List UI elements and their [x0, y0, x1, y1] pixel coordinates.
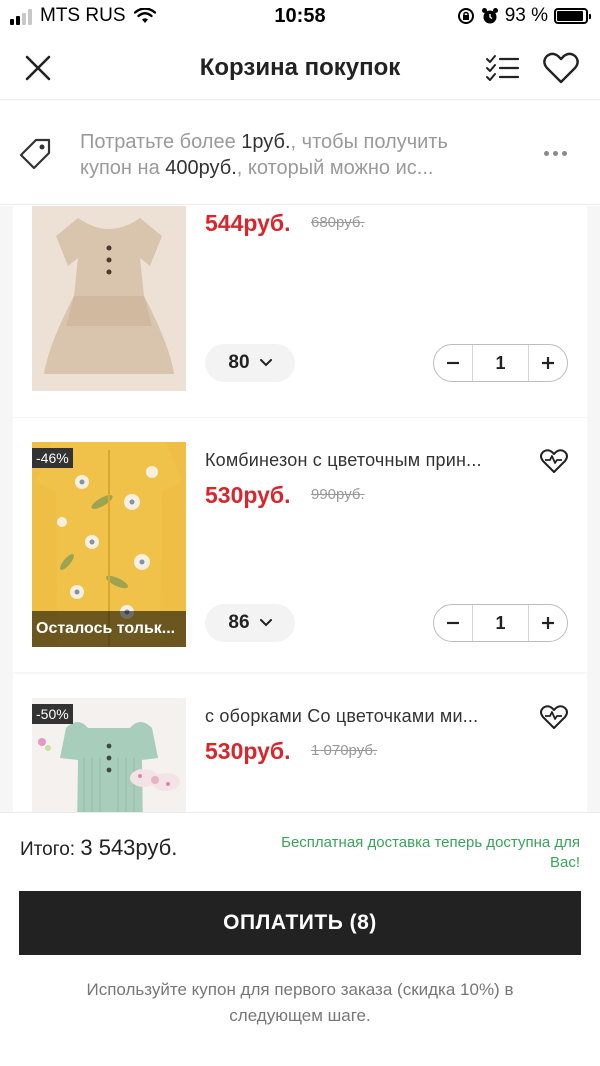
first-order-coupon-note: Используйте купон для первого заказа (ск… — [86, 980, 514, 1025]
orientation-lock-icon — [457, 8, 474, 24]
wishlist-button[interactable] — [539, 702, 569, 732]
chevron-down-icon — [259, 619, 272, 627]
size-value: 86 — [228, 612, 250, 633]
size-selector[interactable]: 86 — [205, 604, 295, 642]
plus-icon — [542, 357, 554, 369]
checklist-icon — [486, 55, 520, 81]
minus-icon — [447, 621, 459, 625]
product-image[interactable]: -46% Осталось тольк... — [32, 442, 186, 647]
decrement-button[interactable] — [434, 345, 472, 381]
battery-icon — [554, 8, 591, 24]
quantity-stepper[interactable]: 1 — [433, 344, 568, 382]
product-image[interactable]: -50% — [32, 698, 186, 812]
beige-dress-image — [32, 206, 186, 391]
quantity-stepper[interactable]: 1 — [433, 604, 568, 642]
heart-pulse-icon — [540, 448, 568, 473]
order-total: Итого: 3 543руб. — [20, 835, 177, 861]
increment-button[interactable] — [529, 345, 567, 381]
status-right: 93 % — [457, 5, 591, 27]
favorites-button[interactable] — [540, 50, 582, 86]
item-price: 530руб. — [205, 482, 291, 508]
product-image[interactable] — [32, 206, 186, 391]
battery-percent: 93 % — [504, 5, 548, 26]
cart-item: -46% Осталось тольк... Комбинезон с цвет… — [13, 418, 587, 672]
heart-icon — [543, 52, 579, 84]
discount-badge: -50% — [32, 704, 73, 724]
total-label: Итого: — [20, 839, 81, 860]
item-old-price: 1 070руб. — [311, 742, 378, 759]
item-price: 530руб. — [205, 738, 291, 764]
increment-button[interactable] — [529, 605, 567, 641]
decrement-button[interactable] — [434, 605, 472, 641]
minus-icon — [447, 361, 459, 365]
promo-text: Потратьте более 1руб., чтобы получить ку… — [80, 131, 448, 179]
cart-item-list[interactable]: 544руб. 680руб. 80 1 -46% Осталось тольк… — [0, 206, 600, 812]
plus-icon — [542, 617, 554, 629]
quantity-value[interactable]: 1 — [472, 605, 529, 641]
low-stock-note: Осталось тольк... — [32, 611, 186, 647]
cart-header: Корзина покупок — [0, 36, 600, 100]
checklist-button[interactable] — [484, 50, 522, 86]
item-price: 544руб. — [205, 210, 291, 236]
size-selector[interactable]: 80 — [205, 344, 295, 382]
item-title[interactable]: с оборками Со цветочками ми... — [205, 706, 525, 727]
total-value: 3 543руб. — [80, 835, 178, 860]
discount-badge: -46% — [32, 448, 73, 468]
cart-item: 544руб. 680руб. 80 1 — [13, 206, 587, 417]
quantity-value[interactable]: 1 — [472, 345, 529, 381]
wishlist-button[interactable] — [539, 446, 569, 476]
promo-threshold: 1руб. — [241, 131, 291, 153]
heart-pulse-icon — [540, 704, 568, 729]
item-title[interactable]: Комбинезон с цветочным прин... — [205, 450, 525, 471]
alarm-icon — [481, 8, 498, 24]
chevron-down-icon — [259, 359, 272, 367]
free-shipping-notice: Бесплатная доставка теперь доступна для … — [281, 834, 580, 871]
pay-button[interactable]: ОПЛАТИТЬ (8) — [19, 891, 581, 955]
more-dots-icon[interactable] — [544, 151, 567, 156]
promo-coupon-amount: 400руб. — [165, 157, 237, 179]
status-bar: MTS RUS 10:58 93 % — [0, 0, 600, 36]
item-old-price: 990руб. — [311, 486, 365, 503]
coupon-promo-banner[interactable]: Потратьте более 1руб., чтобы получить ку… — [0, 101, 600, 205]
cart-item: -50% с оборками Со цветочками ми... 530р… — [13, 674, 587, 812]
item-old-price: 680руб. — [311, 214, 365, 231]
price-tag-icon — [19, 138, 51, 170]
checkout-footer: Итого: 3 543руб. Бесплатная доставка теп… — [0, 812, 600, 1066]
size-value: 80 — [228, 352, 250, 373]
